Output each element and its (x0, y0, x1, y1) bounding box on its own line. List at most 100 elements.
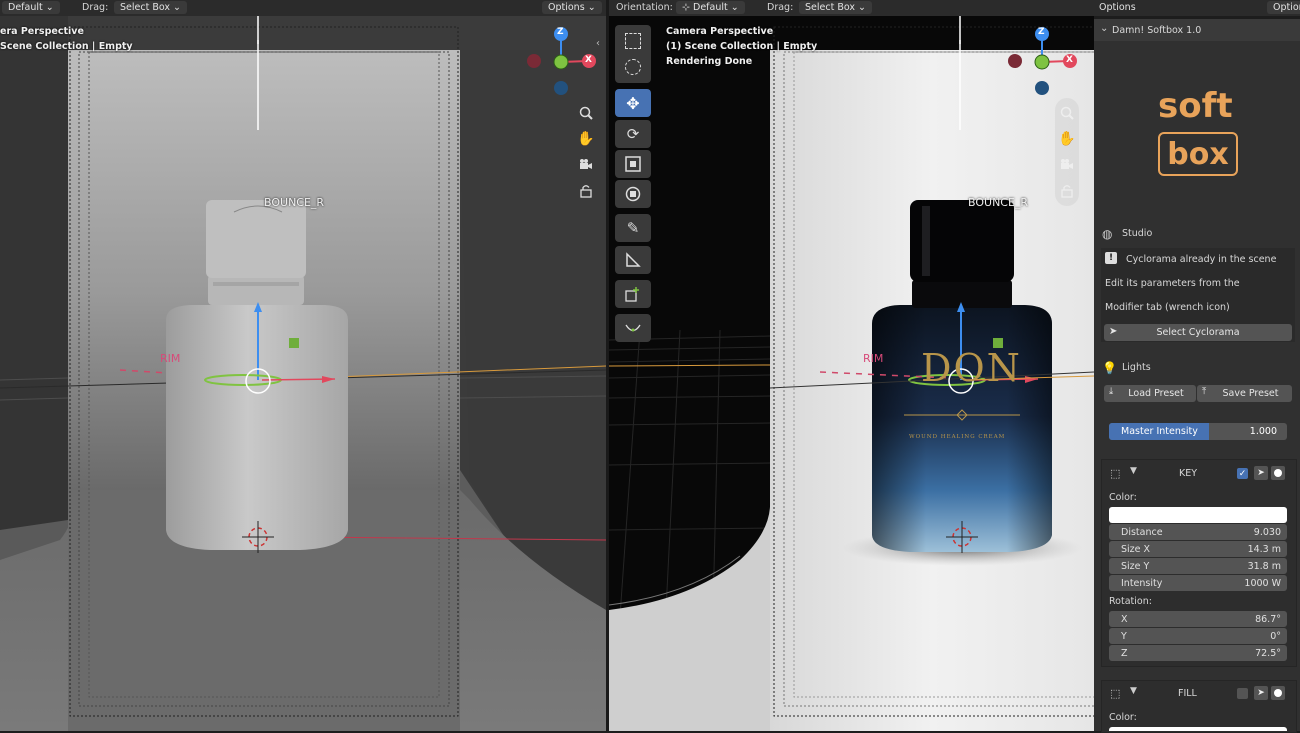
key-rotation-z-field[interactable]: Z 72.5° (1109, 645, 1287, 661)
move-tool-icon[interactable]: ✥ (615, 89, 651, 117)
orientation-label: Orientation: (616, 2, 673, 13)
chevron-down-icon: ⌄ (587, 2, 596, 13)
add-cube-tool-icon[interactable] (615, 280, 651, 308)
light-type-icon[interactable]: ⬚ (1110, 467, 1120, 480)
chevron-down-icon[interactable]: ▼ (1130, 466, 1137, 476)
fill-enabled-checkbox[interactable] (1237, 688, 1248, 699)
lightbulb-icon: 💡 (1102, 361, 1117, 375)
select-light-icon[interactable]: ➤ (1254, 466, 1268, 480)
drag-label: Drag: (767, 2, 794, 13)
select-cyclorama-button[interactable]: ➤ Select Cyclorama (1104, 324, 1292, 341)
viewport-info-camera: Camera Perspective (666, 26, 774, 37)
navigation-gizmo[interactable]: Z X (520, 24, 604, 100)
fill-color-label: Color: (1109, 712, 1137, 723)
rim-light-label: RIM (160, 352, 181, 365)
key-color-label: Color: (1109, 492, 1137, 503)
load-preset-button[interactable]: ⤓ Load Preset (1104, 385, 1196, 402)
key-light-name: KEY (1179, 468, 1198, 479)
camera-view-icon[interactable] (576, 155, 596, 175)
zoom-icon[interactable] (576, 103, 596, 123)
solo-light-icon[interactable] (1271, 686, 1285, 700)
key-size-y-field[interactable]: Size Y 31.8 m (1109, 558, 1287, 574)
chevron-down-icon[interactable]: ▼ (1130, 686, 1137, 696)
key-color-swatch[interactable] (1109, 507, 1287, 523)
globe-icon: ◍ (1102, 227, 1113, 241)
softbox-logo-top: soft (1158, 86, 1233, 126)
solo-light-icon[interactable] (1271, 466, 1285, 480)
options-dropdown[interactable]: Options (1093, 1, 1142, 14)
transform-tool-icon[interactable] (615, 180, 651, 208)
scale-tool-icon[interactable] (615, 150, 651, 178)
left-viewport-header: Default ⌄ Drag: Select Box ⌄ Options ⌄ (0, 0, 606, 16)
lock-icon[interactable] (576, 181, 596, 201)
master-intensity-value: 1.000 (1249, 426, 1277, 437)
camera-view-icon[interactable] (1057, 155, 1077, 175)
measure-tool-icon[interactable] (615, 246, 651, 274)
drag-dropdown[interactable]: Select Box ⌄ (799, 1, 872, 14)
curve-tool-icon[interactable] (615, 314, 651, 342)
chevron-down-icon: ⌄ (858, 2, 866, 13)
key-intensity-field[interactable]: Intensity 1000 W (1109, 575, 1287, 591)
rim-light-label: RIM (863, 352, 884, 365)
left-viewport-scene (0, 16, 606, 731)
studio-info-line1: Cyclorama already in the scene (1126, 254, 1277, 265)
orientation-icon: ⊹ (682, 2, 690, 13)
master-intensity-label: Master Intensity (1121, 426, 1198, 437)
zoom-icon[interactable] (1057, 103, 1077, 123)
chevron-left-icon[interactable]: ‹ (596, 38, 600, 49)
download-icon: ⤓ (1109, 386, 1114, 397)
select-light-icon[interactable]: ➤ (1254, 686, 1268, 700)
key-enabled-checkbox[interactable]: ✓ (1237, 468, 1248, 479)
master-intensity-slider[interactable]: Master Intensity 1.000 (1109, 423, 1287, 440)
orientation-dropdown[interactable]: ⊹ Default ⌄ (676, 1, 745, 14)
lights-section-label: Lights (1122, 362, 1151, 373)
z-axis-label: Z (557, 27, 564, 37)
bounce-light-label: BOUNCE_R (968, 196, 1029, 209)
fill-light-name: FILL (1178, 688, 1197, 699)
chevron-down-icon[interactable]: ⌄ (1100, 23, 1108, 34)
drag-dropdown[interactable]: Select Box ⌄ (114, 1, 187, 14)
key-distance-field[interactable]: Distance 9.030 (1109, 524, 1287, 540)
fill-color-swatch[interactable] (1109, 727, 1287, 731)
panel-options-dropdown[interactable]: Option (1267, 1, 1300, 14)
chevron-down-icon: ⌄ (173, 2, 181, 13)
viewport-info-camera: era Perspective (0, 26, 84, 37)
viewport-info-collection: (1) Scene Collection | Empty (666, 41, 818, 52)
z-axis-label: Z (1038, 27, 1045, 37)
panel-title: Damn! Softbox 1.0 (1112, 25, 1202, 36)
left-viewport[interactable]: BOUNCE_R RIM era Perspective Scene Colle… (0, 16, 606, 731)
lock-icon[interactable] (1057, 181, 1077, 201)
right-viewport-header: Orientation: ⊹ Default ⌄ Drag: Select Bo… (609, 0, 1300, 16)
viewport-info-collection: Scene Collection | Empty (0, 41, 133, 52)
x-axis-label: X (585, 55, 592, 65)
select-box-icon[interactable] (625, 33, 641, 49)
annotate-tool-icon[interactable]: ✎ (615, 214, 651, 242)
pan-hand-icon[interactable]: ✋ (1057, 129, 1077, 149)
studio-info-line2: Edit its parameters from the (1105, 278, 1240, 289)
key-rotation-label: Rotation: (1109, 596, 1152, 607)
bottle-label-text: WOUND HEALING CREAM (909, 434, 1006, 440)
key-rotation-y-field[interactable]: Y 0° (1109, 628, 1287, 644)
key-size-x-field[interactable]: Size X 14.3 m (1109, 541, 1287, 557)
cursor-icon[interactable] (625, 59, 641, 75)
info-icon: ! (1105, 252, 1117, 264)
mode-dropdown[interactable]: Default ⌄ (2, 1, 60, 14)
right-viewport[interactable]: DON WOUND HEALING CREAM BOUNCE_R RIM Cam… (609, 16, 1094, 731)
bounce-light-label: BOUNCE_R (264, 196, 325, 209)
cursor-arrow-icon: ➤ (1109, 326, 1118, 337)
studio-info-line3: Modifier tab (wrench icon) (1105, 302, 1230, 313)
key-rotation-x-field[interactable]: X 86.7° (1109, 611, 1287, 627)
pan-hand-icon[interactable]: ✋ (576, 129, 596, 149)
chevron-down-icon: ⌄ (45, 2, 54, 13)
drag-label: Drag: (82, 2, 109, 13)
studio-section-label: Studio (1122, 228, 1153, 239)
upload-icon: ⤒ (1202, 386, 1207, 397)
save-preset-button[interactable]: ⤒ Save Preset (1197, 385, 1292, 402)
navigation-gizmo[interactable]: Z X (1000, 24, 1084, 100)
softbox-logo-bottom: box (1158, 132, 1238, 176)
chevron-down-icon: ⌄ (730, 2, 739, 13)
rotate-tool-icon[interactable]: ⟳ (615, 120, 651, 148)
light-type-icon[interactable]: ⬚ (1110, 687, 1120, 700)
options-dropdown[interactable]: Options ⌄ (542, 1, 602, 14)
bottle-brand-logo: DON (921, 346, 1022, 390)
